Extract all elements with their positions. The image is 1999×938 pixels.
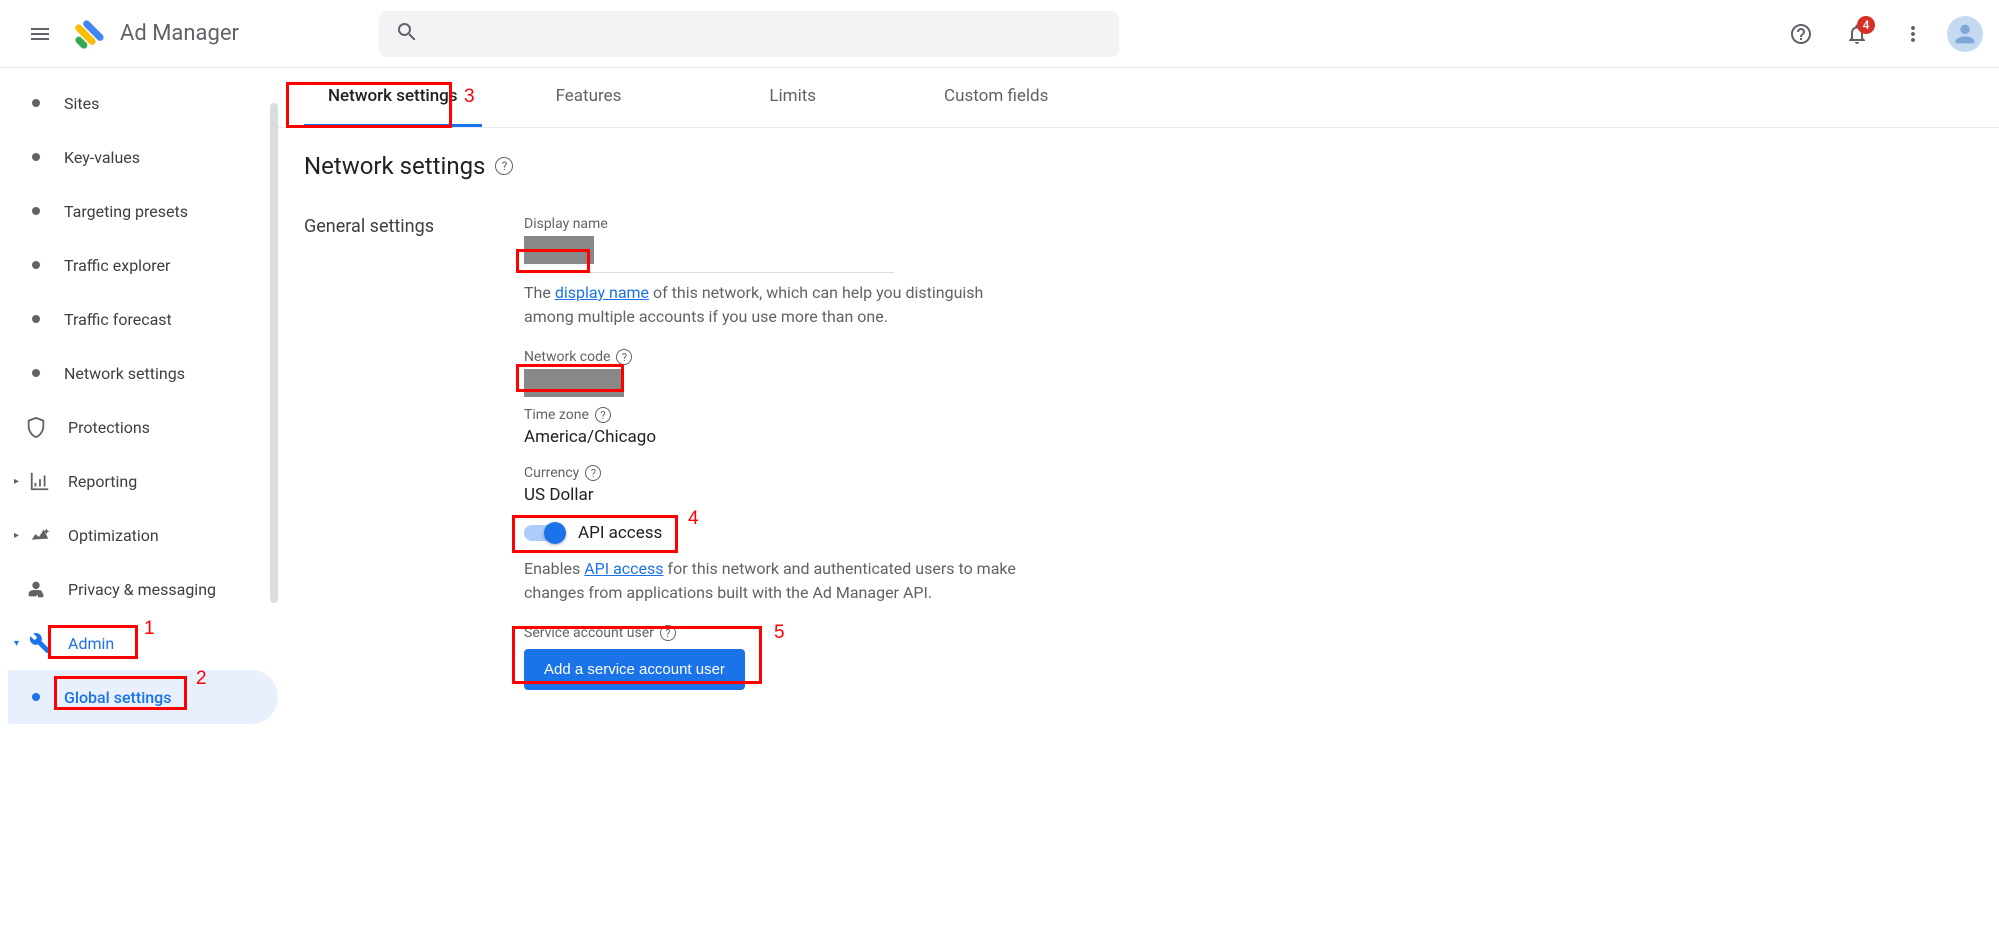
- sidebar-item-traffic-explorer[interactable]: Traffic explorer: [8, 238, 278, 292]
- help-icon[interactable]: ?: [585, 465, 601, 481]
- search-icon: [395, 20, 419, 48]
- sidebar: Sites Key-values Targeting presets Traff…: [0, 68, 278, 938]
- sidebar-item-label: Network settings: [64, 364, 185, 383]
- network-code-label: Network code ?: [524, 349, 1084, 365]
- sidebar-item-protections[interactable]: Protections: [8, 400, 278, 454]
- wrench-icon: [28, 631, 52, 655]
- sidebar-item-admin[interactable]: ▾ Admin: [8, 616, 278, 670]
- service-account-label: Service account user ?: [524, 625, 1084, 641]
- sidebar-item-privacy-messaging[interactable]: Privacy & messaging: [8, 562, 278, 616]
- display-name-label: Display name: [524, 216, 1084, 232]
- tabs: Network settings Features Limits Custom …: [278, 68, 1999, 128]
- more-button[interactable]: [1891, 12, 1935, 56]
- sidebar-item-key-values[interactable]: Key-values: [8, 130, 278, 184]
- sidebar-item-label: Privacy & messaging: [68, 580, 216, 599]
- api-access-toggle[interactable]: [524, 525, 564, 541]
- caret-right-icon: ▸: [14, 530, 24, 541]
- bullet-icon: [32, 261, 40, 269]
- chart-icon: [28, 469, 52, 493]
- bullet-icon: [32, 99, 40, 107]
- sidebar-item-label: Reporting: [68, 472, 137, 491]
- bullet-icon: [32, 207, 40, 215]
- display-name-help: The display name of this network, which …: [524, 281, 1024, 329]
- sidebar-item-optimization[interactable]: ▸ Optimization: [8, 508, 278, 562]
- bullet-icon: [32, 369, 40, 377]
- ad-manager-logo-icon: [72, 16, 108, 52]
- main-content: Network settings Features Limits Custom …: [278, 68, 1999, 938]
- time-zone-value: America/Chicago: [524, 427, 1084, 447]
- tab-network-settings[interactable]: Network settings: [304, 68, 482, 127]
- sidebar-item-targeting-presets[interactable]: Targeting presets: [8, 184, 278, 238]
- sidebar-item-label: Protections: [68, 418, 150, 437]
- network-code-value-redacted: [524, 369, 624, 397]
- sidebar-item-label: Targeting presets: [64, 202, 188, 221]
- sidebar-item-traffic-forecast[interactable]: Traffic forecast: [8, 292, 278, 346]
- notification-badge: 4: [1857, 16, 1875, 34]
- section-label: General settings: [304, 216, 434, 690]
- page-title: Network settings: [304, 152, 485, 180]
- sidebar-item-label: Key-values: [64, 148, 140, 167]
- sidebar-item-label: Optimization: [68, 526, 159, 545]
- sidebar-item-reporting[interactable]: ▸ Reporting: [8, 454, 278, 508]
- currency-label: Currency ?: [524, 465, 1084, 481]
- help-icon[interactable]: ?: [616, 349, 632, 365]
- caret-right-icon: ▸: [14, 476, 24, 487]
- help-button[interactable]: [1779, 12, 1823, 56]
- shield-icon: [24, 415, 48, 439]
- tab-limits[interactable]: Limits: [745, 68, 840, 127]
- sidebar-item-label: Global settings: [64, 688, 171, 707]
- sidebar-item-global-settings[interactable]: Global settings: [8, 670, 278, 724]
- toggle-knob: [544, 522, 566, 544]
- help-icon[interactable]: ?: [495, 157, 513, 175]
- user-avatar[interactable]: [1947, 16, 1983, 52]
- sidebar-item-label: Traffic explorer: [64, 256, 170, 275]
- notifications-button[interactable]: 4: [1835, 12, 1879, 56]
- logo-section: Ad Manager: [72, 16, 239, 52]
- api-access-label: API access: [578, 523, 662, 543]
- sidebar-item-label: Admin: [68, 634, 114, 653]
- time-zone-label: Time zone ?: [524, 407, 1084, 423]
- tab-features[interactable]: Features: [532, 68, 646, 127]
- sidebar-item-network-settings[interactable]: Network settings: [8, 346, 278, 400]
- bullet-icon: [32, 693, 40, 701]
- bullet-icon: [32, 315, 40, 323]
- hamburger-menu[interactable]: [16, 10, 64, 58]
- privacy-icon: [24, 577, 48, 601]
- bullet-icon: [32, 153, 40, 161]
- sidebar-item-label: Sites: [64, 94, 99, 113]
- currency-value: US Dollar: [524, 485, 1084, 505]
- display-name-value-redacted: [524, 236, 594, 264]
- help-icon[interactable]: ?: [595, 407, 611, 423]
- display-name-link[interactable]: display name: [555, 283, 649, 302]
- help-icon[interactable]: ?: [660, 625, 676, 641]
- caret-down-icon: ▾: [14, 638, 24, 649]
- add-service-account-button[interactable]: Add a service account user: [524, 649, 745, 690]
- scrollbar-thumb[interactable]: [270, 103, 278, 603]
- search-bar[interactable]: [379, 11, 1119, 57]
- sidebar-item-label: Traffic forecast: [64, 310, 172, 329]
- api-access-help: Enables API access for this network and …: [524, 557, 1024, 605]
- api-access-link[interactable]: API access: [584, 559, 663, 578]
- app-title: Ad Manager: [120, 21, 239, 46]
- sidebar-item-sites[interactable]: Sites: [8, 76, 278, 130]
- sparkle-icon: [28, 523, 52, 547]
- tab-custom-fields[interactable]: Custom fields: [920, 68, 1072, 127]
